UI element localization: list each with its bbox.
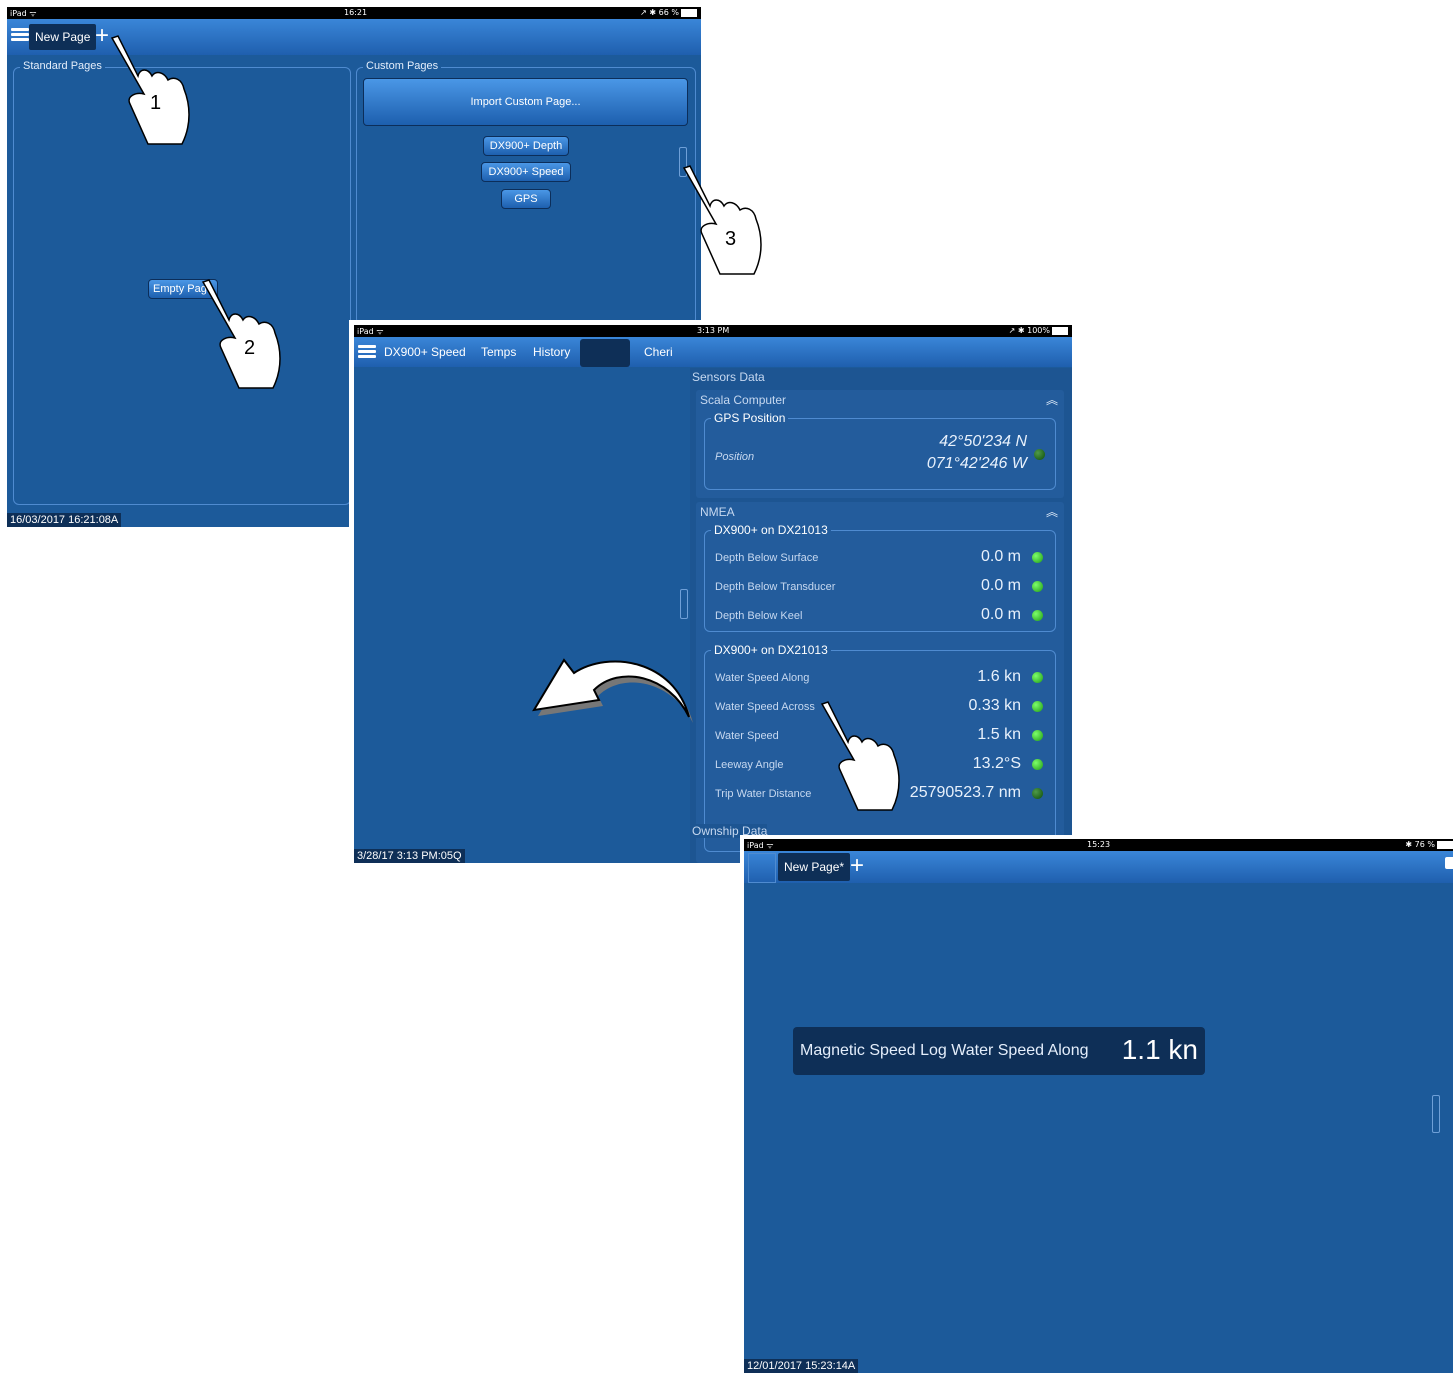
sensor-row[interactable]: Depth Below Surface 0.0 m [715,547,1043,569]
sensor-row[interactable]: Depth Below Transducer 0.0 m [715,576,1043,598]
scala-computer-title: Scala Computer [700,393,787,407]
tab-dx900-speed[interactable]: DX900+ Speed [384,345,466,359]
sensor-value: 13.2°S [972,755,1021,772]
status-bar: iPad ᯤ 3:13 PM ↗ ✱ 100% [354,325,1072,337]
collapse-icon[interactable]: ︽ [1046,503,1058,520]
import-custom-page-button[interactable]: Import Custom Page... [363,78,688,126]
sensor-label: Trip Water Distance [715,788,812,800]
position-label: Position [715,451,755,463]
sensor-label: Depth Below Transducer [715,581,836,593]
gps-status-led [1034,449,1045,460]
device-label: iPad ᯤ [10,9,37,18]
step-number-3: 3 [725,228,737,250]
status-led [1032,759,1043,770]
custom-page-dx900-depth[interactable]: DX900+ Depth [483,136,569,156]
menu-slot[interactable] [748,853,776,883]
custom-pages-title: Custom Pages [363,60,442,72]
add-page-icon[interactable]: + [850,854,864,878]
battery-icon [681,8,697,17]
clock: 3:13 PM [697,326,730,335]
top-navbar: New Page* + [744,851,1453,883]
tab-temps[interactable]: Temps [481,345,516,359]
sensor-label: Leeway Angle [715,759,784,771]
latitude-value: 42°50'234 N [939,433,1027,450]
sensor-label: Depth Below Keel [715,610,803,622]
status-bar: iPad ᯤ 15:23 ✱ 76 % [744,839,1453,851]
sensor-value: 1.6 kn [977,668,1021,685]
sensor-row[interactable]: Depth Below Keel 0.0 m [715,605,1043,627]
sensors-data-title: Sensors Data [692,370,765,384]
sensor-value: 0.0 m [980,606,1021,623]
status-bar: iPad ᯤ 16:21 ↗ ✱ 66 % [7,7,701,19]
speed-widget[interactable]: Magnetic Speed Log Water Speed Along 1.1… [793,1027,1205,1075]
custom-page-dx900-speed[interactable]: DX900+ Speed [481,162,571,182]
clock: 16:21 [344,8,368,17]
battery-icon [1052,326,1068,335]
sensor-value: 0.33 kn [968,697,1021,714]
battery-status: ↗ ✱ 66 % [640,8,697,17]
hand-pointer-icon [820,701,900,811]
gps-position-group: GPS Position Position 42°50'234 N 071°42… [704,411,1056,490]
depth-group: DX900+ on DX21013 Depth Below Surface 0.… [704,523,1056,632]
gps-position-title: GPS Position [711,411,789,425]
status-led [1032,701,1043,712]
status-led [1032,788,1043,799]
battery-status: ✱ 76 % [1405,840,1453,849]
widget-label: Magnetic Speed Log Water Speed Along [800,1042,1089,1059]
timestamp: 3/28/17 3:13 PM:05Q [354,849,465,863]
sensor-label: Water Speed Across [715,701,815,713]
device-label: iPad ᯤ [747,841,774,850]
longitude-value: 071°42'246 W [926,455,1027,472]
top-navbar: DX900+ Speed Temps History Cheri [354,337,1072,367]
sensor-label: Water Speed [715,730,779,742]
camera-icon[interactable] [1445,857,1453,869]
status-led [1032,730,1043,741]
tab-selected-blank[interactable] [580,339,630,367]
custom-pages-group: Custom Pages Import Custom Page... DX900… [356,60,696,325]
hand-pointer-icon [682,165,762,275]
custom-page-gps[interactable]: GPS [501,189,551,209]
depth-group-title: DX900+ on DX21013 [711,523,831,537]
clock: 15:23 [1087,840,1111,849]
tab-new-page[interactable]: New Page* [778,853,851,881]
battery-status: ↗ ✱ 100% [1009,326,1068,335]
standard-pages-title: Standard Pages [20,60,105,72]
drag-arrow-icon [532,658,693,723]
battery-icon [1437,840,1453,849]
sensor-label: Depth Below Surface [715,552,819,564]
timestamp: 16/03/2017 16:21:08A [7,513,122,527]
status-led [1032,610,1043,621]
sensor-label: Water Speed Along [715,672,810,684]
sensor-value: 1.5 kn [977,726,1021,743]
nmea-title: NMEA [700,505,735,519]
device-label: iPad ᯤ [357,327,384,336]
status-led [1032,552,1043,563]
step-number-1: 1 [150,92,162,114]
panel-drag-handle[interactable] [680,589,688,619]
sensor-value: 0.0 m [980,548,1021,565]
tab-history[interactable]: History [533,345,570,359]
sensor-value: 25790523.7 nm [909,784,1021,801]
widget-value: 1.1 kn [1121,1034,1198,1065]
collapse-icon[interactable]: ︽ [1046,391,1058,408]
sensor-value: 0.0 m [980,577,1021,594]
status-led [1032,581,1043,592]
screen-new-page-widget: iPad ᯤ 15:23 ✱ 76 % New Page* + Magnetic… [740,835,1453,1373]
step-number-2: 2 [244,337,256,359]
tab-new-page[interactable]: New Page [29,24,97,50]
panel-drag-handle[interactable] [1432,1095,1440,1133]
tab-cheri[interactable]: Cheri [644,345,673,359]
screen-sensors-data: iPad ᯤ 3:13 PM ↗ ✱ 100% DX900+ Speed Tem… [349,320,1072,863]
scala-computer-section: Scala Computer ︽ GPS Position Position 4… [696,390,1064,498]
sensor-row[interactable]: Water Speed Along 1.6 kn [715,667,1043,689]
menu-icon[interactable] [358,345,376,359]
menu-icon[interactable] [11,28,29,42]
speed-group-title: DX900+ on DX21013 [711,643,831,657]
status-led [1032,672,1043,683]
timestamp: 12/01/2017 15:23:14A [744,1359,859,1373]
